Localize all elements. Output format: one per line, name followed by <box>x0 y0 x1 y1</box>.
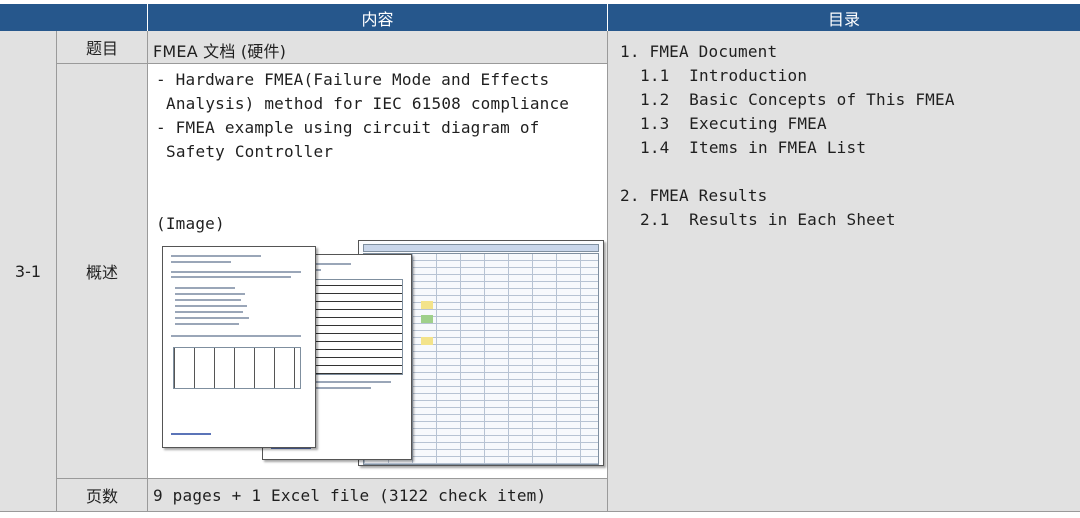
toc-item-2-1: 2.1 Results in Each Sheet <box>640 210 896 229</box>
pages-label-cell: 页数 <box>57 479 148 512</box>
toc-cell: 1. FMEA Document 1.1 Introduction 1.2 Ba… <box>608 31 1080 512</box>
title-label-cell: 题目 <box>57 31 148 64</box>
toc-item-1-3: 1.3 Executing FMEA <box>640 114 827 133</box>
document-page-1-thumbnail <box>162 246 316 448</box>
summary-line-1: - Hardware FMEA(Failure Mode and Effects <box>156 70 550 89</box>
toc-item-1-2: 1.2 Basic Concepts of This FMEA <box>640 90 955 109</box>
title-label: 题目 <box>85 39 118 58</box>
summary-label-cell: 概述 <box>57 64 148 479</box>
fmea-table: 内容 目录 3-1 题目 FMEA 文档 (硬件) 概述 - Hardware … <box>0 0 1080 518</box>
pages-label: 页数 <box>85 487 118 506</box>
toc-item-1-1: 1.1 Introduction <box>640 66 808 85</box>
image-caption: (Image) <box>156 214 225 233</box>
title-value-cell: FMEA 文档 (硬件) <box>148 31 608 64</box>
header-toc: 目录 <box>608 4 1080 31</box>
table-bottom-border <box>0 511 1080 512</box>
summary-line-4: Safety Controller <box>166 142 334 161</box>
row-id: 3-1 <box>14 261 42 281</box>
row-id-cell: 3-1 <box>0 31 57 512</box>
header-blank-cell <box>0 4 148 31</box>
summary-line-2: Analysis) method for IEC 61508 complianc… <box>166 94 570 113</box>
pages-value: 9 pages + 1 Excel file (3122 check item) <box>153 486 547 505</box>
summary-value-cell: - Hardware FMEA(Failure Mode and Effects… <box>148 64 608 479</box>
toc-item-1-4: 1.4 Items in FMEA List <box>640 138 867 157</box>
header-content: 内容 <box>148 4 608 31</box>
summary-line-3: - FMEA example using circuit diagram of <box>156 118 540 137</box>
toc-section-1-title: 1. FMEA Document <box>620 42 778 61</box>
toc-section-2-title: 2. FMEA Results <box>620 186 768 205</box>
pages-value-cell: 9 pages + 1 Excel file (3122 check item) <box>148 479 608 512</box>
summary-label: 概述 <box>85 263 118 282</box>
title-value: FMEA 文档 (硬件) <box>153 42 287 61</box>
fmea-document-thumbnail <box>162 236 604 472</box>
